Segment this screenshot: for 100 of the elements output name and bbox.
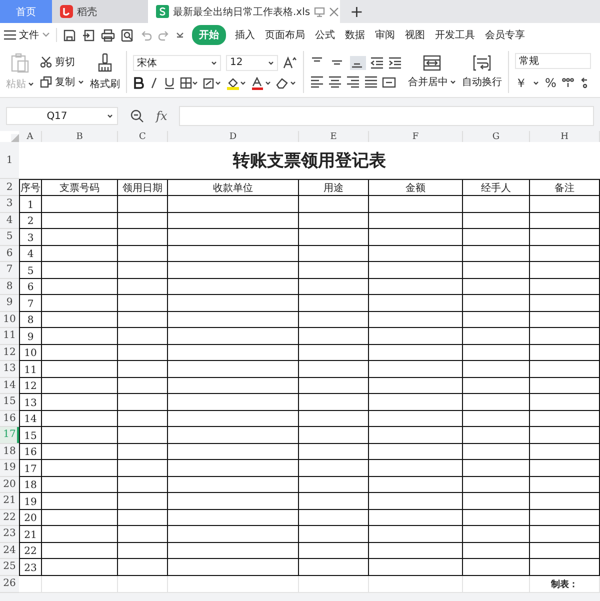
align-bottom-icon[interactable] <box>350 56 366 70</box>
increase-font-icon[interactable] <box>283 56 297 69</box>
tab[interactable]: 最新最全出纳日常工作表格.xls <box>148 0 340 23</box>
align-center-icon[interactable] <box>328 76 342 88</box>
caret-icon[interactable] <box>450 79 456 85</box>
formula-input[interactable] <box>179 106 594 126</box>
caret-icon[interactable] <box>78 79 84 85</box>
row-header[interactable]: 3 <box>0 196 19 212</box>
print-preview-icon[interactable] <box>121 28 134 42</box>
distributed-icon[interactable] <box>382 76 396 88</box>
row-header[interactable]: 20 <box>0 476 19 493</box>
menu-tab[interactable]: 插入 <box>234 26 256 44</box>
italic-icon[interactable] <box>149 77 159 89</box>
font-dropdown[interactable]: 宋体 <box>133 54 221 70</box>
row-header[interactable]: 24 <box>0 542 19 559</box>
zoom-icon[interactable] <box>130 109 144 123</box>
bold-icon[interactable] <box>133 77 144 89</box>
row-header[interactable]: 22 <box>0 510 19 526</box>
font-color-icon[interactable] <box>251 76 271 90</box>
row-header[interactable]: 7 <box>0 262 19 278</box>
justify-icon[interactable] <box>364 76 378 88</box>
monitor-icon[interactable] <box>314 6 326 16</box>
format-painter-button[interactable]: 格式刷 <box>90 47 120 97</box>
underline-icon[interactable] <box>164 77 175 89</box>
row-header[interactable]: 6 <box>0 246 19 262</box>
eraser-icon[interactable] <box>276 77 296 89</box>
table-cell <box>299 510 369 526</box>
row-header[interactable]: 5 <box>0 229 19 246</box>
menu-tab[interactable]: 数据 <box>344 26 366 44</box>
table-cell <box>299 410 369 427</box>
increase-indent-icon[interactable] <box>388 57 402 69</box>
decrease-indent-icon[interactable] <box>370 57 384 69</box>
fill-style-icon[interactable] <box>203 77 221 89</box>
caret-icon[interactable] <box>211 60 217 66</box>
column-header[interactable]: A <box>19 131 42 142</box>
merge-center-button[interactable]: 合并居中 <box>408 47 456 97</box>
row-header[interactable]: 1 <box>0 142 19 179</box>
caret-icon[interactable] <box>28 81 34 87</box>
menu-tab[interactable]: 页面布局 <box>264 26 306 44</box>
row-header[interactable]: 18 <box>0 444 19 460</box>
row-header[interactable]: 13 <box>0 361 19 378</box>
menu-tab[interactable]: 公式 <box>314 26 336 44</box>
caret-icon[interactable] <box>107 113 113 119</box>
number-format-dropdown[interactable]: 常规 <box>515 52 591 68</box>
row-header[interactable]: 8 <box>0 278 19 295</box>
row-header[interactable]: 11 <box>0 328 19 344</box>
row-header[interactable]: 15 <box>0 394 19 410</box>
percent-button[interactable]: % <box>545 76 556 90</box>
menu-tab[interactable]: 开发工具 <box>434 26 476 44</box>
tab[interactable]: 稻壳 <box>52 0 148 23</box>
function-button[interactable]: fx <box>156 109 168 123</box>
row-header[interactable]: 12 <box>0 344 19 361</box>
row-header[interactable]: 14 <box>0 378 19 394</box>
column-header[interactable]: C <box>118 131 168 142</box>
new-tab-button[interactable]: + <box>340 0 374 23</box>
more-icon[interactable] <box>176 31 184 39</box>
copy-button[interactable]: 复制 <box>40 75 84 89</box>
align-right-icon[interactable] <box>346 76 360 88</box>
row-header[interactable]: 21 <box>0 493 19 510</box>
print-icon[interactable] <box>101 28 115 42</box>
wrap-text-button[interactable]: 自动换行 <box>462 47 502 97</box>
table-cell: 11 <box>19 361 42 378</box>
column-header[interactable]: G <box>463 131 530 142</box>
file-menu[interactable]: 文件 <box>4 28 50 42</box>
cut-button[interactable]: 剪切 <box>40 55 84 69</box>
menu-tab[interactable]: 视图 <box>404 26 426 44</box>
table-cell <box>530 460 600 476</box>
borders-icon[interactable] <box>180 77 198 89</box>
column-header[interactable]: H <box>530 131 600 142</box>
caret-icon[interactable] <box>533 80 539 86</box>
name-box[interactable]: Q17 <box>6 107 118 125</box>
save-icon[interactable] <box>63 28 76 42</box>
row-header[interactable]: 25 <box>0 559 19 576</box>
caret-icon[interactable] <box>268 60 274 66</box>
row-header[interactable]: 2 <box>0 179 19 196</box>
table-cell: 8 <box>19 312 42 328</box>
column-header[interactable]: F <box>369 131 463 142</box>
decimal-icon[interactable] <box>580 77 588 89</box>
menu-tab[interactable]: 会员专享 <box>484 26 526 44</box>
table-cell <box>118 476 168 493</box>
currency-button[interactable]: ￥ <box>515 74 527 92</box>
row-header[interactable]: 23 <box>0 526 19 542</box>
column-header[interactable]: B <box>42 131 118 142</box>
menu-tab[interactable]: 审阅 <box>374 26 396 44</box>
column-header[interactable]: D <box>168 131 299 142</box>
row-header[interactable]: 26 <box>0 576 19 592</box>
export-icon[interactable] <box>82 28 95 42</box>
row-header[interactable]: 16 <box>0 410 19 427</box>
table-cell <box>463 229 530 246</box>
fill-color-icon[interactable] <box>226 76 246 90</box>
close-icon[interactable] <box>329 6 340 16</box>
row-header[interactable]: 9 <box>0 295 19 312</box>
thousands-separator-icon[interactable] <box>562 77 574 89</box>
align-left-icon[interactable] <box>310 76 324 88</box>
row-header[interactable]: 4 <box>0 212 19 229</box>
table-cell <box>118 229 168 246</box>
row-header[interactable]: 19 <box>0 460 19 476</box>
column-header[interactable]: E <box>299 131 369 142</box>
font-size-dropdown[interactable]: 12 <box>226 54 278 70</box>
row-header[interactable]: 10 <box>0 312 19 328</box>
